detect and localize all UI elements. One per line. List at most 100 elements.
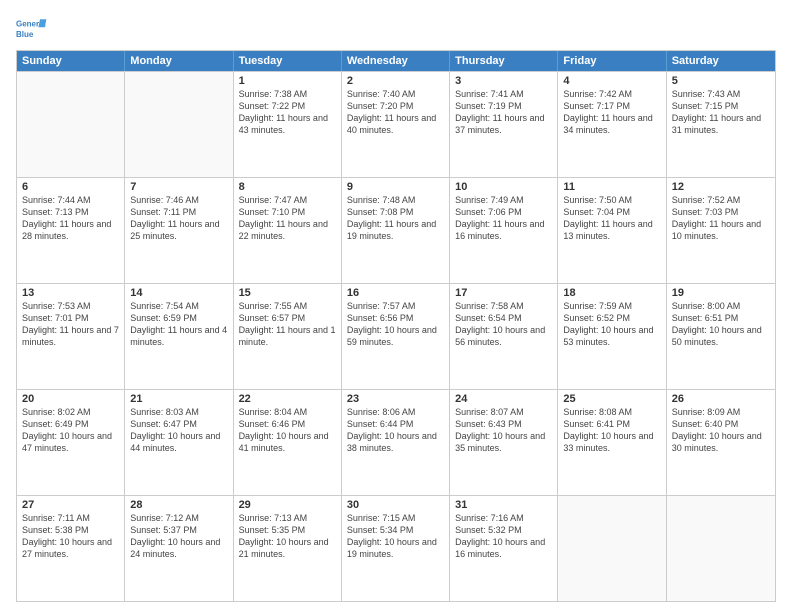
calendar-row-3: 13 Sunrise: 7:53 AMSunset: 7:01 PMDaylig… xyxy=(17,283,775,389)
header-wednesday: Wednesday xyxy=(342,51,450,71)
day-info: Sunrise: 7:38 AMSunset: 7:22 PMDaylight:… xyxy=(239,89,328,135)
day-number: 18 xyxy=(563,287,660,299)
day-info: Sunrise: 7:47 AMSunset: 7:10 PMDaylight:… xyxy=(239,195,328,241)
day-number: 2 xyxy=(347,75,444,87)
day-number: 6 xyxy=(22,181,119,193)
header: General Blue xyxy=(16,12,776,44)
calendar-row-2: 6 Sunrise: 7:44 AMSunset: 7:13 PMDayligh… xyxy=(17,177,775,283)
day-3: 3 Sunrise: 7:41 AMSunset: 7:19 PMDayligh… xyxy=(450,72,558,177)
day-26: 26 Sunrise: 8:09 AMSunset: 6:40 PMDaylig… xyxy=(667,390,775,495)
day-info: Sunrise: 7:42 AMSunset: 7:17 PMDaylight:… xyxy=(563,89,652,135)
day-info: Sunrise: 7:13 AMSunset: 5:35 PMDaylight:… xyxy=(239,513,329,559)
day-21: 21 Sunrise: 8:03 AMSunset: 6:47 PMDaylig… xyxy=(125,390,233,495)
day-14: 14 Sunrise: 7:54 AMSunset: 6:59 PMDaylig… xyxy=(125,284,233,389)
day-27: 27 Sunrise: 7:11 AMSunset: 5:38 PMDaylig… xyxy=(17,496,125,601)
day-info: Sunrise: 7:53 AMSunset: 7:01 PMDaylight:… xyxy=(22,301,119,347)
header-saturday: Saturday xyxy=(667,51,775,71)
day-info: Sunrise: 7:16 AMSunset: 5:32 PMDaylight:… xyxy=(455,513,545,559)
day-info: Sunrise: 7:55 AMSunset: 6:57 PMDaylight:… xyxy=(239,301,336,347)
day-number: 25 xyxy=(563,393,660,405)
day-info: Sunrise: 7:46 AMSunset: 7:11 PMDaylight:… xyxy=(130,195,219,241)
day-number: 5 xyxy=(672,75,770,87)
day-13: 13 Sunrise: 7:53 AMSunset: 7:01 PMDaylig… xyxy=(17,284,125,389)
empty-cell xyxy=(667,496,775,601)
day-info: Sunrise: 7:58 AMSunset: 6:54 PMDaylight:… xyxy=(455,301,545,347)
day-5: 5 Sunrise: 7:43 AMSunset: 7:15 PMDayligh… xyxy=(667,72,775,177)
day-number: 24 xyxy=(455,393,552,405)
calendar-body: 1 Sunrise: 7:38 AMSunset: 7:22 PMDayligh… xyxy=(17,71,775,601)
svg-text:Blue: Blue xyxy=(16,30,34,39)
day-info: Sunrise: 7:54 AMSunset: 6:59 PMDaylight:… xyxy=(130,301,227,347)
day-info: Sunrise: 7:52 AMSunset: 7:03 PMDaylight:… xyxy=(672,195,761,241)
day-number: 31 xyxy=(455,499,552,511)
day-number: 27 xyxy=(22,499,119,511)
day-info: Sunrise: 8:06 AMSunset: 6:44 PMDaylight:… xyxy=(347,407,437,453)
day-info: Sunrise: 8:02 AMSunset: 6:49 PMDaylight:… xyxy=(22,407,112,453)
day-info: Sunrise: 7:59 AMSunset: 6:52 PMDaylight:… xyxy=(563,301,653,347)
day-31: 31 Sunrise: 7:16 AMSunset: 5:32 PMDaylig… xyxy=(450,496,558,601)
day-8: 8 Sunrise: 7:47 AMSunset: 7:10 PMDayligh… xyxy=(234,178,342,283)
day-number: 9 xyxy=(347,181,444,193)
page: General Blue SundayMondayTuesdayWednesda… xyxy=(0,0,792,612)
day-17: 17 Sunrise: 7:58 AMSunset: 6:54 PMDaylig… xyxy=(450,284,558,389)
day-info: Sunrise: 8:00 AMSunset: 6:51 PMDaylight:… xyxy=(672,301,762,347)
day-number: 12 xyxy=(672,181,770,193)
day-number: 28 xyxy=(130,499,227,511)
day-number: 26 xyxy=(672,393,770,405)
day-18: 18 Sunrise: 7:59 AMSunset: 6:52 PMDaylig… xyxy=(558,284,666,389)
day-4: 4 Sunrise: 7:42 AMSunset: 7:17 PMDayligh… xyxy=(558,72,666,177)
day-24: 24 Sunrise: 8:07 AMSunset: 6:43 PMDaylig… xyxy=(450,390,558,495)
day-info: Sunrise: 8:03 AMSunset: 6:47 PMDaylight:… xyxy=(130,407,220,453)
day-number: 21 xyxy=(130,393,227,405)
empty-cell xyxy=(558,496,666,601)
day-7: 7 Sunrise: 7:46 AMSunset: 7:11 PMDayligh… xyxy=(125,178,233,283)
day-1: 1 Sunrise: 7:38 AMSunset: 7:22 PMDayligh… xyxy=(234,72,342,177)
day-info: Sunrise: 7:41 AMSunset: 7:19 PMDaylight:… xyxy=(455,89,544,135)
day-info: Sunrise: 7:12 AMSunset: 5:37 PMDaylight:… xyxy=(130,513,220,559)
day-15: 15 Sunrise: 7:55 AMSunset: 6:57 PMDaylig… xyxy=(234,284,342,389)
day-23: 23 Sunrise: 8:06 AMSunset: 6:44 PMDaylig… xyxy=(342,390,450,495)
day-number: 30 xyxy=(347,499,444,511)
day-number: 17 xyxy=(455,287,552,299)
day-19: 19 Sunrise: 8:00 AMSunset: 6:51 PMDaylig… xyxy=(667,284,775,389)
day-info: Sunrise: 7:48 AMSunset: 7:08 PMDaylight:… xyxy=(347,195,436,241)
day-info: Sunrise: 7:44 AMSunset: 7:13 PMDaylight:… xyxy=(22,195,111,241)
day-info: Sunrise: 7:49 AMSunset: 7:06 PMDaylight:… xyxy=(455,195,544,241)
calendar-row-5: 27 Sunrise: 7:11 AMSunset: 5:38 PMDaylig… xyxy=(17,495,775,601)
day-number: 13 xyxy=(22,287,119,299)
day-12: 12 Sunrise: 7:52 AMSunset: 7:03 PMDaylig… xyxy=(667,178,775,283)
day-number: 10 xyxy=(455,181,552,193)
day-number: 20 xyxy=(22,393,119,405)
day-info: Sunrise: 7:11 AMSunset: 5:38 PMDaylight:… xyxy=(22,513,112,559)
day-number: 19 xyxy=(672,287,770,299)
day-number: 22 xyxy=(239,393,336,405)
day-number: 16 xyxy=(347,287,444,299)
day-info: Sunrise: 7:40 AMSunset: 7:20 PMDaylight:… xyxy=(347,89,436,135)
day-30: 30 Sunrise: 7:15 AMSunset: 5:34 PMDaylig… xyxy=(342,496,450,601)
day-number: 8 xyxy=(239,181,336,193)
day-number: 7 xyxy=(130,181,227,193)
day-info: Sunrise: 8:04 AMSunset: 6:46 PMDaylight:… xyxy=(239,407,329,453)
day-info: Sunrise: 8:07 AMSunset: 6:43 PMDaylight:… xyxy=(455,407,545,453)
empty-cell xyxy=(125,72,233,177)
day-20: 20 Sunrise: 8:02 AMSunset: 6:49 PMDaylig… xyxy=(17,390,125,495)
day-number: 3 xyxy=(455,75,552,87)
header-tuesday: Tuesday xyxy=(234,51,342,71)
calendar-header: SundayMondayTuesdayWednesdayThursdayFrid… xyxy=(17,51,775,71)
day-info: Sunrise: 7:15 AMSunset: 5:34 PMDaylight:… xyxy=(347,513,437,559)
day-number: 15 xyxy=(239,287,336,299)
calendar-row-4: 20 Sunrise: 8:02 AMSunset: 6:49 PMDaylig… xyxy=(17,389,775,495)
header-sunday: Sunday xyxy=(17,51,125,71)
day-number: 14 xyxy=(130,287,227,299)
logo-svg: General Blue xyxy=(16,12,48,44)
day-29: 29 Sunrise: 7:13 AMSunset: 5:35 PMDaylig… xyxy=(234,496,342,601)
day-10: 10 Sunrise: 7:49 AMSunset: 7:06 PMDaylig… xyxy=(450,178,558,283)
day-info: Sunrise: 7:57 AMSunset: 6:56 PMDaylight:… xyxy=(347,301,437,347)
day-info: Sunrise: 7:50 AMSunset: 7:04 PMDaylight:… xyxy=(563,195,652,241)
day-6: 6 Sunrise: 7:44 AMSunset: 7:13 PMDayligh… xyxy=(17,178,125,283)
header-monday: Monday xyxy=(125,51,233,71)
day-info: Sunrise: 7:43 AMSunset: 7:15 PMDaylight:… xyxy=(672,89,761,135)
day-25: 25 Sunrise: 8:08 AMSunset: 6:41 PMDaylig… xyxy=(558,390,666,495)
header-friday: Friday xyxy=(558,51,666,71)
day-9: 9 Sunrise: 7:48 AMSunset: 7:08 PMDayligh… xyxy=(342,178,450,283)
